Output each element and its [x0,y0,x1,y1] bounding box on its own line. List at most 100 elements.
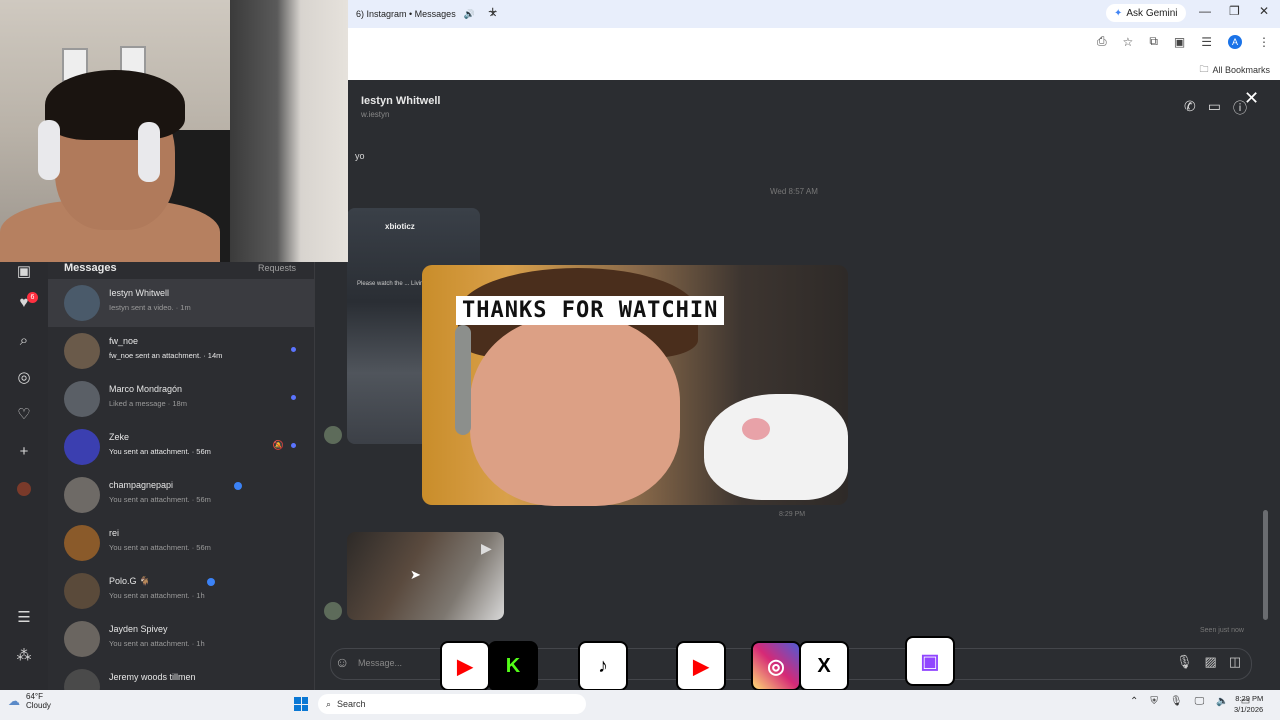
all-bookmarks-button[interactable]: 🗀 All Bookmarks [1199,62,1270,78]
taskbar-search[interactable]: ⌕ Search [318,694,586,714]
conversation-preview: fw_noe sent an attachment. · 14m [109,351,223,360]
chat-contact-name[interactable]: Iestyn Whitwell [361,95,440,107]
weather-temp: 64°F [26,692,43,701]
webcam-headphone [38,120,60,180]
sender-avatar [324,426,342,444]
heart-icon[interactable]: ♡ [14,405,34,425]
video-call-icon[interactable]: ▭ [1208,98,1221,118]
overlay-headset [455,325,471,435]
webcam-person-hair [45,70,185,140]
webcam-headphone [138,122,160,182]
security-icon[interactable]: ⛨ [1150,696,1158,707]
conversation-item[interactable]: Polo.G 🐐 You sent an attachment. · 1h [48,567,314,615]
browser-tab[interactable]: 6) Instagram • Messages 🔊 ✕ [348,2,505,26]
gemini-icon: ✦ [1114,7,1123,19]
youtube-icon: ▶ [676,641,726,691]
all-bookmarks-label: All Bookmarks [1212,65,1270,75]
conversation-preview: Iestyn sent a video. · 1m [109,303,191,312]
chat-scrollbar[interactable] [1263,510,1268,620]
x-icon: X [799,641,849,691]
conversation-avatar [64,525,100,561]
folder-icon: 🗀 [1199,64,1209,74]
conversation-preview: Liked a message · 18m [109,399,187,408]
extensions-icon[interactable]: ⧉ [1149,34,1158,49]
unread-indicator [291,395,296,400]
play-icon[interactable]: ▶ [481,540,492,557]
conversation-item[interactable]: Zeke You sent an attachment. · 56m 🔕 [48,423,314,471]
new-tab-button[interactable]: + [488,4,497,22]
explore-icon[interactable]: ◎ [14,368,34,388]
media-icon[interactable]: ☰ [1201,35,1212,49]
reels-icon[interactable]: ▣ [14,262,34,282]
sender-avatar [324,602,342,620]
ask-gemini-button[interactable]: ✦ Ask Gemini [1106,4,1186,22]
conversation-name: Jayden Spivey [109,624,168,634]
taskbar-clock[interactable]: 8:29 PM 3/1/2026 [1234,693,1263,715]
conversation-preview: You sent an attachment. · 1h [109,591,205,600]
kick-icon: K [488,641,538,691]
emoji-icon[interactable]: ☺ [335,654,349,670]
conversation-item[interactable]: rei You sent an attachment. · 56m [48,519,314,567]
webcam-background [230,0,348,262]
ask-gemini-label: Ask Gemini [1126,7,1178,19]
unread-indicator [291,347,296,352]
muted-bell-icon: 🔕 [272,440,284,450]
create-icon[interactable]: + [14,442,34,462]
notification-badge: 6 [27,292,38,303]
message-text: yo [355,151,365,161]
image-icon[interactable]: ▨ [1205,654,1217,670]
conversation-item[interactable]: Jayden Spivey You sent an attachment. · 1… [48,615,314,663]
shared-post-username: xbioticz [385,222,415,231]
volume-icon[interactable]: 🔈 [1216,696,1228,707]
taskbar-search-label: Search [337,699,366,709]
search-icon[interactable]: ⌕ [14,331,34,351]
conversation-name: Jeremy woods tillmen [109,672,196,682]
window-close-button[interactable]: ✕ [1259,4,1269,18]
conversation-preview: You sent an attachment. · 56m [109,543,211,552]
message-input[interactable]: Message... [358,658,402,668]
overlay-goat-mouth [742,418,770,440]
profile-avatar[interactable]: A [1228,34,1242,49]
menu-kebab-icon[interactable]: ⋮ [1258,35,1270,49]
threads-icon[interactable]: ⁂ [14,646,34,666]
profile-avatar-icon[interactable] [17,482,31,496]
minimize-button[interactable]: — [1199,4,1211,18]
conversation-item[interactable]: Marco Mondragón Liked a message · 18m [48,375,314,423]
instagram-icon: ◎ [751,641,801,691]
split-view-icon[interactable]: ▣ [1174,35,1185,49]
conversation-name: Polo.G 🐐 [109,576,151,586]
conversation-avatar [64,333,100,369]
conversation-avatar [64,573,100,609]
phone-icon[interactable]: ✆ [1184,98,1196,118]
chevron-up-icon[interactable]: ⌃ [1130,696,1138,707]
microphone-icon[interactable]: 🎙 [1176,654,1193,670]
network-icon[interactable]: 🖵 [1195,696,1205,707]
bookmark-star-icon[interactable]: ☆ [1123,35,1134,49]
requests-link[interactable]: Requests [258,263,296,273]
sticker-icon[interactable]: ◫ [1229,654,1241,670]
chat-contact-handle: w.iestyn [361,110,390,119]
seen-status: Seen just now [1200,627,1244,634]
unread-indicator [291,443,296,448]
overlay-title: THANKS FOR WATCHIN [456,296,725,325]
search-icon: ⌕ [326,698,332,709]
conversation-name: fw_noe [109,336,139,346]
overlay-person-face [470,316,680,506]
close-overlay-icon[interactable]: ✕ [1244,88,1259,109]
windows-taskbar [0,690,1280,720]
mic-tray-icon[interactable]: 🎙 [1170,696,1183,707]
restore-button[interactable]: ❐ [1229,4,1240,18]
weather-widget[interactable]: ☁ 64°F Cloudy [8,692,51,710]
windows-start-icon[interactable] [294,697,308,711]
clock-time: 8:29 PM [1235,694,1264,703]
conversation-name: Marco Mondragón [109,384,183,394]
conversation-item[interactable]: Iestyn Whitwell Iestyn sent a video. · 1m [48,279,314,327]
more-menu-icon[interactable]: ☰ [14,608,34,628]
verified-badge-icon [234,482,242,490]
conversation-item[interactable]: fw_noe fw_noe sent an attachment. · 14m [48,327,314,375]
install-icon[interactable]: ⎙ [1097,34,1107,49]
conversation-item[interactable]: champagnepapi You sent an attachment. · 5… [48,471,314,519]
conversation-preview: You sent an attachment. · 56m [109,447,211,456]
composer-actions: 🎙 ▨ ◫ [1176,654,1241,670]
audio-icon[interactable]: 🔊 [464,9,475,20]
